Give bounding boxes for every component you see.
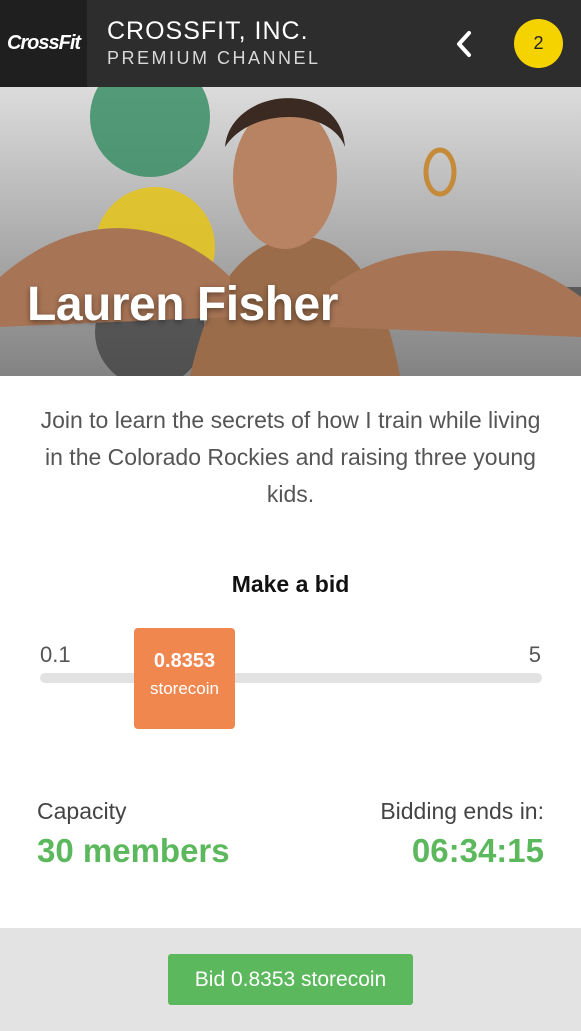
crossfit-logo[interactable]: CrossFit — [0, 0, 87, 87]
app-header: CrossFit CROSSFIT, INC. PREMIUM CHANNEL … — [0, 0, 581, 87]
hero-photo — [0, 87, 581, 376]
slider-min-label: 0.1 — [40, 642, 71, 667]
chevron-left-icon — [457, 31, 471, 57]
bid-slider-track[interactable] — [40, 673, 542, 683]
bid-value: 0.8353 — [153, 650, 216, 672]
back-button[interactable] — [445, 24, 483, 64]
hero-image: Lauren Fisher — [0, 87, 581, 376]
bidding-ends-value: 06:34:15 — [411, 832, 544, 869]
capacity-value: 30 members — [37, 832, 230, 869]
footer-bar: Bid 0.8353 storecoin — [0, 928, 581, 1031]
channel-subtitle: PREMIUM CHANNEL — [107, 48, 321, 68]
channel-title: CROSSFIT, INC. — [107, 17, 309, 45]
logo-text: CrossFit — [6, 32, 81, 54]
bid-unit: storecoin — [150, 679, 219, 698]
description-text: Join to learn the secrets of how I train… — [40, 407, 541, 507]
notification-badge[interactable]: 2 — [514, 19, 563, 68]
bid-button[interactable]: Bid 0.8353 storecoin — [168, 954, 413, 1005]
bid-slider-thumb[interactable]: 0.8353 storecoin — [134, 628, 235, 729]
bidding-ends-label: Bidding ends in: — [380, 798, 544, 824]
bid-title: Make a bid — [231, 571, 350, 597]
hero-name: Lauren Fisher — [27, 278, 338, 331]
slider-max-label: 5 — [528, 642, 541, 667]
header-titles: CROSSFIT, INC. PREMIUM CHANNEL — [107, 17, 321, 71]
capacity-label: Capacity — [37, 798, 127, 824]
